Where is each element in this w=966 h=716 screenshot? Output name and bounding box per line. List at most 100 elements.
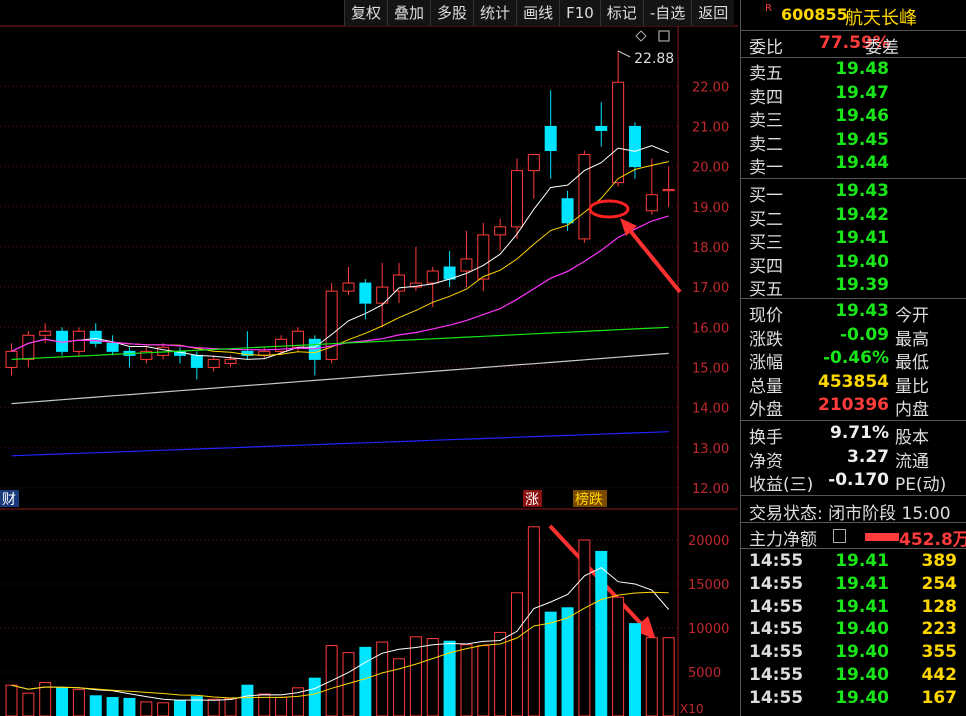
tick-time: 14:55	[749, 665, 804, 685]
finance-row: 换手 9.71% 股本	[749, 423, 966, 448]
candle-body	[544, 125, 557, 152]
volume-tick-label: 5000	[688, 666, 721, 681]
tag-left: 财	[2, 492, 16, 508]
chart-canvas[interactable]: 12.00 13.00 14.00 15.00 16.00 17.00 18.00 19.00…	[0, 0, 738, 716]
buy-order-row: 买三 19.41	[749, 228, 966, 253]
sell-order-label: 卖五	[749, 64, 783, 84]
price-tick-label: 18.00	[692, 241, 729, 256]
toolbar-button-3[interactable]: 统计	[473, 0, 517, 26]
finance-label: 换手	[749, 428, 783, 448]
main-flow-label: 主力净额	[749, 530, 817, 550]
sell-order-row: 卖五 19.48	[749, 59, 966, 84]
volume-bar	[174, 699, 186, 716]
candle-body	[460, 258, 473, 272]
candle-body	[393, 274, 406, 292]
volume-bar	[511, 592, 523, 716]
volume-bar	[628, 623, 641, 716]
quote-row: 总量 453854 量比	[749, 372, 966, 397]
tick-price: 19.41	[835, 573, 889, 594]
annotation-ellipse	[588, 199, 630, 219]
quote-label: 外盘	[749, 400, 783, 420]
tick-price: 19.40	[835, 642, 889, 663]
stock-badge: R	[765, 3, 772, 14]
tick-volume: 167	[921, 687, 958, 708]
stock-code: 600855	[781, 5, 848, 24]
annotation-arrow-up	[626, 226, 682, 294]
candle-body	[645, 194, 658, 212]
tick-time: 14:55	[749, 642, 804, 663]
volume-tick-label: 15000	[688, 578, 729, 593]
finance-value: 9.71%	[830, 423, 889, 443]
toolbar-button-8[interactable]: 返回	[691, 0, 735, 26]
tick-volume: 254	[921, 573, 958, 594]
stock-name: 航天长峰	[845, 8, 917, 29]
volume-bar	[89, 695, 102, 716]
main-flow-value: 452.8万	[899, 530, 966, 550]
volume-bar	[409, 636, 422, 716]
quote-label: 涨幅	[749, 353, 783, 373]
volume-bar	[5, 684, 18, 716]
toolbar-button-0[interactable]: 复权	[344, 0, 388, 26]
tick-volume: 223	[921, 619, 958, 640]
sell-order-row: 卖三 19.46	[749, 106, 966, 131]
ma10-line	[11, 161, 669, 356]
sell-order-row: 卖一 19.44	[749, 153, 966, 178]
ma250-line	[11, 431, 669, 457]
candle-body	[595, 125, 608, 131]
toolbar-button-2[interactable]: 多股	[430, 0, 474, 26]
volume-unit-label: X10	[680, 702, 704, 716]
quote-value: -0.09	[840, 324, 889, 345]
volume-bar	[241, 684, 254, 716]
chart-toolbar: 复权 叠加 多股 统计 画线 F10 标记 -自选 返回	[344, 0, 735, 26]
volume-bar	[157, 702, 170, 716]
quote-value: 19.43	[835, 301, 889, 321]
quote-panel: R 600855 航天长峰委比 77.59% 委差 卖五 19.48 卖四 19.47 卖三 19.…	[740, 0, 966, 716]
price-tick-label: 15.00	[692, 361, 729, 376]
volume-bar	[106, 697, 119, 716]
toolbar-button-1[interactable]: 叠加	[387, 0, 431, 26]
buy-order-label: 买四	[749, 256, 783, 277]
volume-bar	[662, 637, 675, 716]
volume-bar	[494, 631, 507, 716]
tick-time: 14:55	[749, 551, 804, 571]
toolbar-button-4[interactable]: 画线	[516, 0, 560, 26]
finance-label-2: 股本	[895, 428, 929, 448]
volume-bar	[460, 644, 473, 716]
quote-label-2: 内盘	[895, 400, 929, 420]
volume-bar	[527, 526, 540, 716]
commission-row: 委比 77.59% 委差	[749, 33, 966, 58]
main-flow-row: 主力净额 452.8万	[749, 525, 966, 550]
candle-body	[39, 330, 52, 336]
price-tick-label: 17.00	[692, 281, 729, 296]
tick-time: 14:55	[749, 687, 804, 708]
toolbar-button-7[interactable]: -自选	[642, 0, 692, 26]
kline-chart-area[interactable]: 12.00 13.00 14.00 15.00 16.00 17.00 18.00 19.00…	[0, 0, 738, 716]
high-marker-label: 22.88	[634, 51, 674, 67]
volume-bar	[224, 697, 237, 716]
main-flow-doc-icon	[833, 529, 846, 543]
toolbar-button-6[interactable]: 标记	[599, 0, 643, 26]
tick-row: 14:55 19.41 389	[749, 551, 966, 574]
divider-7	[741, 548, 966, 549]
buy-order-label: 买一	[749, 186, 783, 206]
tag-zhang: 涨	[525, 492, 539, 508]
toolbar-button-5[interactable]: F10	[559, 0, 600, 26]
stock-header: R 600855 航天长峰	[741, 0, 966, 31]
tick-row: 14:55 19.41 254	[749, 574, 966, 597]
quote-label-2: 最低	[895, 353, 929, 373]
volume-bar	[72, 689, 85, 716]
candle-body	[72, 330, 85, 352]
candle-body	[662, 188, 675, 192]
tick-price: 19.40	[835, 687, 889, 708]
sell-order-row: 卖四 19.47	[749, 83, 966, 108]
buy-order-price: 19.42	[835, 204, 889, 225]
candle-body	[224, 358, 237, 364]
tick-row: 14:55 19.41 128	[749, 597, 966, 620]
tick-time: 14:55	[749, 596, 804, 617]
quote-label: 涨跌	[749, 329, 783, 350]
buy-order-row: 买一 19.43	[749, 181, 966, 206]
candle-body	[342, 282, 355, 292]
volume-bar	[595, 550, 608, 716]
volume-bar	[578, 539, 591, 716]
window-toggle-icon	[658, 30, 670, 42]
